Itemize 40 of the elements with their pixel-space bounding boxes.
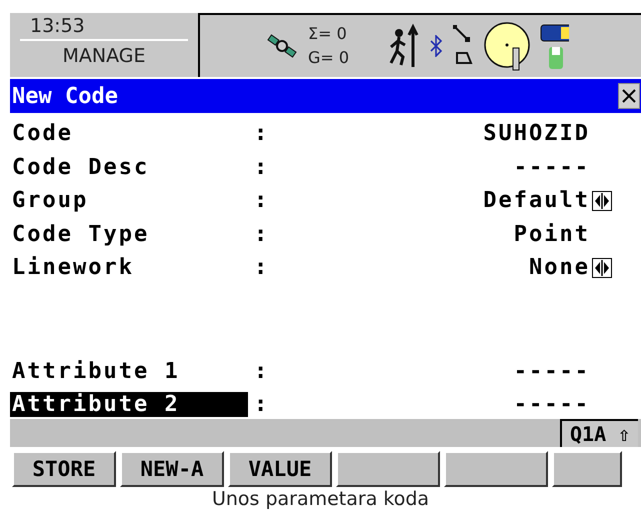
colon: : (254, 358, 268, 384)
blank-softkey[interactable] (336, 451, 440, 487)
colon: : (254, 222, 268, 247)
satellite-count: Σ= 0 (308, 23, 348, 45)
mode-label: MANAGE (62, 45, 146, 67)
softkey-button[interactable]: STORE (12, 451, 116, 487)
blank-softkey[interactable] (444, 451, 548, 487)
bluetooth-icon (429, 35, 444, 57)
input-mode-indicator: Q1A ⇧ (560, 419, 638, 447)
field-label[interactable]: Code (10, 121, 248, 146)
field-label[interactable]: Attribute 2 (10, 392, 248, 418)
colon: : (254, 392, 268, 418)
field-label[interactable]: Linework (10, 255, 248, 280)
field-label[interactable]: Code Desc (10, 154, 248, 180)
target-icon (483, 21, 532, 71)
field-label[interactable]: Group (10, 188, 248, 214)
close-button[interactable] (618, 83, 640, 109)
softkey-button[interactable]: VALUE (228, 451, 332, 487)
field-value[interactable]: Default (270, 188, 590, 214)
satellite-count: G= 0 (308, 47, 350, 69)
colon: : (254, 121, 268, 146)
colon: : (254, 154, 268, 180)
field-value[interactable]: None (270, 255, 590, 280)
softkey-button[interactable]: NEW-A (120, 451, 224, 487)
choice-arrows-icon[interactable] (592, 190, 612, 211)
field-value[interactable]: Point (270, 222, 590, 247)
close-icon (622, 89, 636, 103)
choice-arrows-icon[interactable] (592, 258, 612, 278)
field-value[interactable]: ----- (270, 154, 590, 180)
field-label[interactable]: Code Type (10, 222, 248, 247)
blank-softkey[interactable] (552, 451, 622, 487)
dialog-title: New Code (11, 84, 118, 108)
field-label[interactable]: Attribute 1 (10, 358, 248, 384)
figure-caption: Unos parametara koda (210, 488, 430, 510)
time-display: 13:53 (30, 15, 85, 37)
colon: : (254, 188, 268, 214)
colon: : (254, 255, 268, 280)
field-value[interactable]: ----- (270, 392, 590, 418)
field-value[interactable]: ----- (270, 358, 590, 384)
field-value[interactable]: SUHOZID (270, 121, 590, 146)
